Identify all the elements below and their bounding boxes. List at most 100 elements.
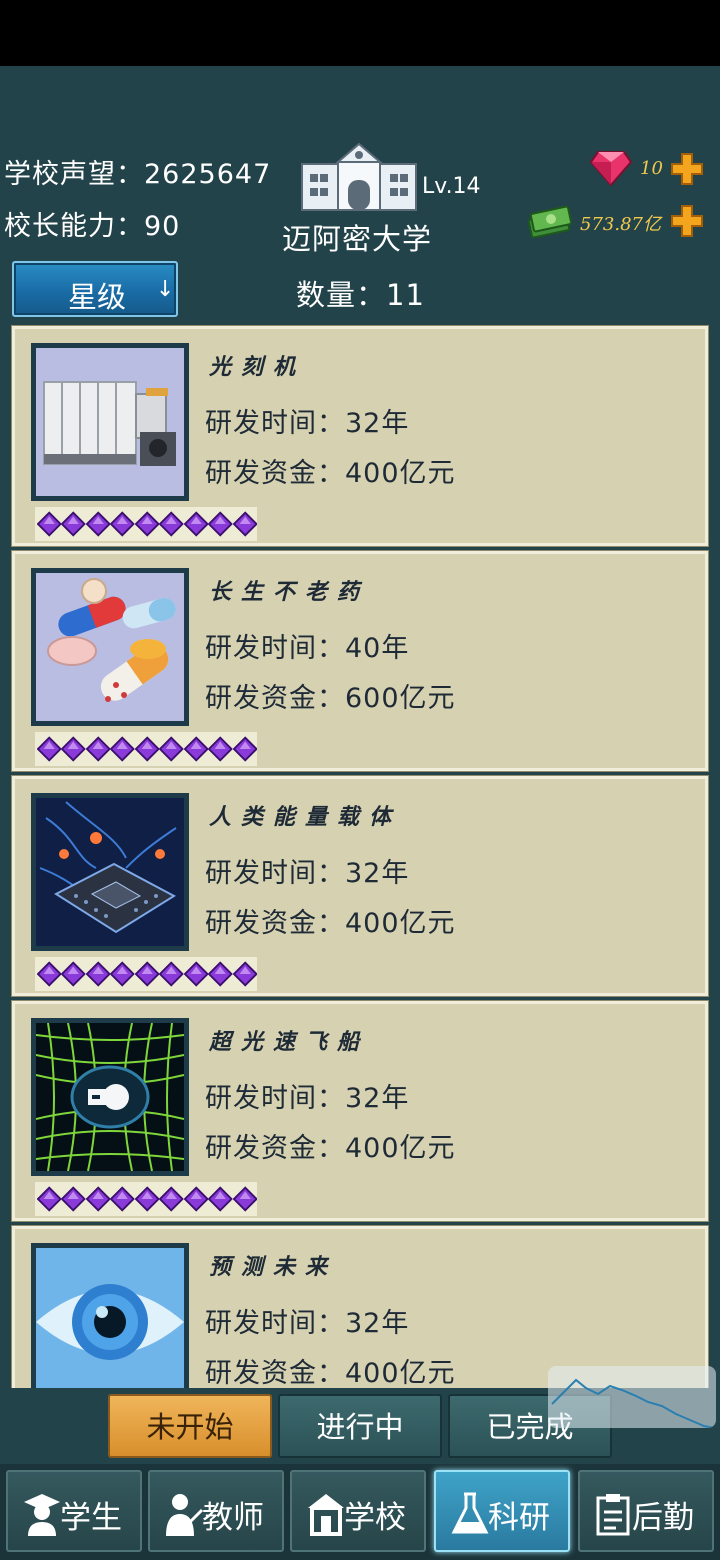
warp-grid-icon <box>31 1018 189 1176</box>
nav-school[interactable]: 学校 <box>290 1470 426 1552</box>
research-time: 研发时间：32年 <box>205 1083 410 1114</box>
diamond-star-icon <box>37 511 62 537</box>
research-time: 研发时间：32年 <box>205 858 410 889</box>
money-amount: 573.87亿 <box>580 214 661 235</box>
nav-label: 科研 <box>488 1500 550 1536</box>
clipboard-icon <box>596 1494 630 1536</box>
diamond-star-icon <box>134 961 160 987</box>
research-title: 光刻机 <box>209 354 306 380</box>
research-fund: 研发资金：400亿元 <box>205 1358 456 1388</box>
diamond-star-icon <box>159 1186 184 1212</box>
research-time: 研发时间：32年 <box>205 408 410 439</box>
research-fund: 研发资金：400亿元 <box>205 908 456 939</box>
diamond-star-icon <box>159 961 184 987</box>
diamond-star-icon <box>208 1186 233 1212</box>
teacher-icon <box>166 1494 204 1536</box>
diamond-star-icon <box>134 736 160 762</box>
school-level: Lv.14 <box>422 174 481 199</box>
diamond-star-icon <box>61 961 86 987</box>
research-card[interactable]: 人类能量载体 研发时间：32年 研发资金：400亿元 <box>12 776 708 996</box>
pills-icon <box>31 568 189 726</box>
school-reputation: 学校声望：2625647 <box>4 159 272 190</box>
diamond-star-icon <box>208 736 233 762</box>
diamond-star-icon <box>37 961 62 987</box>
research-fund: 研发资金：400亿元 <box>205 1133 456 1164</box>
floating-trend-widget[interactable] <box>548 1366 716 1428</box>
eye-icon <box>31 1243 189 1388</box>
add-gems-button[interactable] <box>670 152 704 186</box>
nav-logistics[interactable]: 后勤 <box>578 1470 714 1552</box>
sort-label: 星级 <box>68 280 127 314</box>
nav-label: 后勤 <box>632 1500 694 1536</box>
item-count: 数量：11 <box>296 278 425 312</box>
diamond-star-icon <box>232 961 257 987</box>
nav-label: 学生 <box>60 1500 122 1536</box>
gem-count: 10 <box>640 158 663 179</box>
principal-ability: 校长能力：90 <box>4 211 181 242</box>
diamond-star-icon <box>183 736 209 762</box>
research-list[interactable]: 光刻机 研发时间：32年 研发资金：400亿元 长生不老药 研发时间：40年 研… <box>0 324 720 1388</box>
diamond-star-icon <box>232 1186 257 1212</box>
star-rating <box>35 1182 257 1216</box>
arrow-down-icon: ↓ <box>156 277 175 302</box>
nav-students[interactable]: 学生 <box>6 1470 142 1552</box>
research-title: 人类能量载体 <box>209 804 402 830</box>
diamond-star-icon <box>208 511 233 537</box>
research-card[interactable]: 超光速飞船 研发时间：32年 研发资金：400亿元 <box>12 1001 708 1221</box>
diamond-star-icon <box>110 511 135 537</box>
star-rating <box>35 957 257 991</box>
school-name: 迈阿密大学 <box>282 222 433 256</box>
star-rating <box>35 507 257 541</box>
research-time: 研发时间：40年 <box>205 633 410 664</box>
diamond-star-icon <box>61 736 86 762</box>
diamond-star-icon <box>37 1186 62 1212</box>
research-fund: 研发资金：600亿元 <box>205 683 456 714</box>
diamond-star-icon <box>232 736 257 762</box>
school-building-icon <box>301 142 417 211</box>
diamond-star-icon <box>134 511 160 537</box>
diamond-star-icon <box>85 961 111 987</box>
student-icon <box>24 1494 60 1536</box>
school-icon <box>308 1494 344 1536</box>
money-icon <box>527 205 572 238</box>
diamond-star-icon <box>110 961 135 987</box>
diamond-star-icon <box>183 511 209 537</box>
nav-label: 教师 <box>202 1500 264 1536</box>
research-title: 超光速飞船 <box>209 1029 370 1055</box>
nav-teachers[interactable]: 教师 <box>148 1470 284 1552</box>
tab-in-progress[interactable]: 进行中 <box>278 1394 442 1458</box>
research-fund: 研发资金：400亿元 <box>205 458 456 489</box>
diamond-star-icon <box>85 511 111 537</box>
nav-label: 学校 <box>344 1500 406 1536</box>
chip-icon <box>31 793 189 951</box>
lithography-machine-icon <box>31 343 189 501</box>
star-rating <box>35 732 257 766</box>
research-card[interactable]: 预测未来 研发时间：32年 研发资金：400亿元 <box>12 1226 708 1388</box>
diamond-star-icon <box>134 1186 160 1212</box>
diamond-star-icon <box>110 1186 135 1212</box>
diamond-star-icon <box>183 961 209 987</box>
gem-icon <box>590 151 632 186</box>
diamond-star-icon <box>110 736 135 762</box>
diamond-star-icon <box>85 1186 111 1212</box>
research-title: 长生不老药 <box>209 579 370 605</box>
diamond-star-icon <box>61 511 86 537</box>
status-bar <box>0 0 720 66</box>
diamond-star-icon <box>85 736 111 762</box>
diamond-star-icon <box>232 511 257 537</box>
diamond-star-icon <box>37 736 62 762</box>
add-money-button[interactable] <box>670 204 704 238</box>
research-card[interactable]: 光刻机 研发时间：32年 研发资金：400亿元 <box>12 326 708 546</box>
diamond-star-icon <box>159 736 184 762</box>
tab-not-started[interactable]: 未开始 <box>108 1394 272 1458</box>
research-card[interactable]: 长生不老药 研发时间：40年 研发资金：600亿元 <box>12 551 708 771</box>
diamond-star-icon <box>183 1186 209 1212</box>
research-title: 预测未来 <box>209 1254 338 1280</box>
sort-by-star-button[interactable]: 星级 ↓ <box>12 261 178 317</box>
diamond-star-icon <box>208 961 233 987</box>
nav-research[interactable]: 科研 <box>434 1470 570 1552</box>
diamond-star-icon <box>61 1186 86 1212</box>
research-time: 研发时间：32年 <box>205 1308 410 1339</box>
flask-icon <box>451 1492 489 1534</box>
diamond-star-icon <box>159 511 184 537</box>
